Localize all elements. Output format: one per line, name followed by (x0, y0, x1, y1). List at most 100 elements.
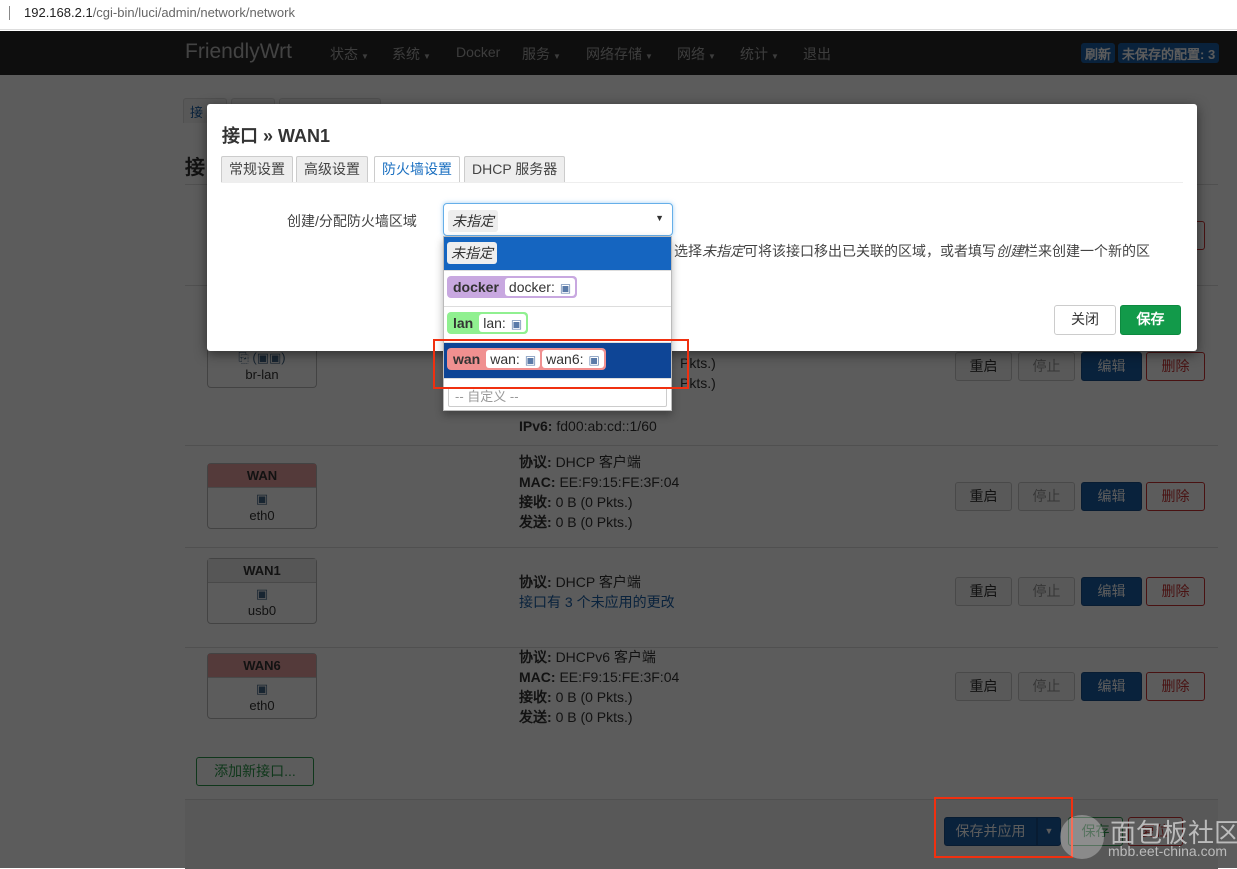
nav-item-label: 状态 (330, 46, 358, 62)
firewall-zone-select[interactable]: 未指定 ▼ (443, 203, 673, 236)
nav-item[interactable]: 网络存储 ▼ (586, 44, 653, 64)
info-value: EE:F9:15:FE:3F:04 (559, 669, 680, 685)
stop-button[interactable]: 停止 (1018, 672, 1075, 701)
chevron-down-icon: ▼ (655, 213, 664, 223)
edit-button[interactable]: 编辑 (1081, 577, 1142, 606)
ethernet-icon: ▣ (255, 491, 269, 506)
info-value: DHCPv6 客户端 (555, 649, 656, 665)
selected-value: 未指定 (448, 210, 498, 232)
chevron-down-icon: ▼ (361, 52, 369, 61)
brand[interactable]: FriendlyWrt (185, 40, 292, 64)
row-divider (185, 647, 1218, 648)
ethernet-icon: ▣ (588, 353, 600, 367)
info-value: DHCP 客户端 (555, 574, 641, 590)
nav-item[interactable]: 统计 ▼ (740, 44, 779, 64)
interface-device: eth0 (249, 508, 275, 523)
nav-item[interactable]: 状态 ▼ (330, 44, 369, 64)
info-value: Pkts.) (680, 355, 716, 371)
edit-button[interactable]: 编辑 (1081, 352, 1142, 381)
ethernet-icon: ▣ (510, 317, 523, 331)
edit-button[interactable]: 编辑 (1081, 482, 1142, 511)
restart-button[interactable]: 重启 (955, 672, 1012, 701)
close-button[interactable]: 关闭 (1054, 305, 1116, 335)
zone-badge: wan wan: ▣ wan6: ▣ (447, 348, 606, 370)
save-button[interactable]: 保存 (1120, 305, 1181, 335)
info-line: Pkts.) (680, 373, 716, 393)
modal-tab[interactable]: 常规设置 (221, 156, 293, 182)
info-value: DHCP 客户端 (555, 454, 641, 470)
info-value: fd00:ab:cd::1/60 (556, 418, 657, 434)
stop-button[interactable]: 停止 (1018, 352, 1075, 381)
interface-card: WAN1 ▣ usb0 (207, 558, 317, 624)
info-line: MAC: EE:F9:15:FE:3F:04 (519, 472, 679, 492)
ethernet-icon: ▣ (559, 281, 572, 295)
nav-item[interactable]: 退出 (803, 44, 831, 64)
nav-item[interactable]: 服务 ▼ (522, 44, 561, 64)
interface-name: WAN (208, 464, 316, 488)
ethernet-icon: ▣ (524, 353, 537, 367)
option-unspecified[interactable]: 未指定 (444, 237, 671, 271)
custom-zone-input[interactable]: -- 自定义 -- (448, 387, 667, 407)
save-apply-button[interactable]: 保存并应用 (944, 817, 1037, 846)
restart-button[interactable]: 重启 (955, 577, 1012, 606)
option-zone-lan[interactable]: lan lan: ▣ (444, 307, 671, 343)
network-name: wan6: (546, 351, 584, 367)
modal-tab[interactable]: 高级设置 (296, 156, 368, 182)
info-value: Pkts.) (680, 375, 716, 391)
stop-button[interactable]: 停止 (1018, 577, 1075, 606)
info-key: 接收: (519, 494, 552, 510)
chevron-down-icon: ▼ (708, 52, 716, 61)
network-name: wan: (490, 351, 520, 367)
pending-changes-text[interactable]: 接口有 3 个未应用的更改 (519, 594, 675, 610)
nav-item-label: 网络 (677, 46, 705, 62)
firewall-zone-label: 创建/分配防火墙区域 (287, 213, 417, 229)
info-line: MAC: EE:F9:15:FE:3F:04 (519, 667, 679, 687)
restart-button[interactable]: 重启 (955, 352, 1012, 381)
nav-item-label: 服务 (522, 46, 550, 62)
modal-tab[interactable]: 防火墙设置 (374, 156, 460, 182)
nav-item[interactable]: 网络 ▼ (677, 44, 716, 64)
navbar: FriendlyWrt 刷新 未保存的配置: 3 状态 ▼ 系统 ▼ Docker 服务 ▼… (0, 31, 1237, 75)
pending-changes-link[interactable]: 接口有 3 个未应用的更改 (519, 592, 675, 612)
delete-button[interactable]: 删除 (1146, 672, 1205, 701)
save-apply-dropdown[interactable]: ▼ (1037, 817, 1061, 846)
info-line: 发送: 0 B (0 Pkts.) (519, 707, 633, 727)
info-key: 发送: (519, 514, 552, 530)
info-value: 0 B (0 Pkts.) (555, 689, 633, 705)
url-host: 192.168.2.1 (24, 5, 93, 20)
modal-dialog: 接口 » WAN1 创建/分配防火墙区域 未指定 ▼ 选择未指定可将该接口移出已关… (207, 104, 1197, 351)
info-value: 0 B (0 Pkts.) (555, 709, 633, 725)
url-path: /cgi-bin/luci/admin/network/network (92, 5, 295, 20)
delete-button[interactable]: 删除 (1146, 577, 1205, 606)
delete-button[interactable]: 删除 (1146, 352, 1205, 381)
edit-button[interactable]: 编辑 (1081, 672, 1142, 701)
info-line: IPv6: fd00:ab:cd::1/60 (519, 416, 657, 436)
address-bar[interactable]: 192.168.2.1/cgi-bin/luci/admin/network/n… (0, 0, 1237, 30)
nav-item[interactable]: 系统 ▼ (392, 44, 431, 64)
delete-button[interactable]: 删除 (1146, 482, 1205, 511)
reset-button[interactable]: 复位 (1128, 817, 1183, 846)
modal-title: 接口 » WAN1 (222, 126, 331, 146)
add-interface-button[interactable]: 添加新接口... (196, 757, 314, 786)
network-badge: docker: ▣ (504, 278, 576, 296)
row-divider (185, 547, 1218, 548)
interface-device: br-lan (245, 367, 279, 382)
info-line: 协议: DHCP 客户端 (519, 572, 641, 592)
interface-card: WAN6 ▣ eth0 (207, 653, 317, 719)
option-zone-docker[interactable]: docker docker: ▣ (444, 271, 671, 307)
info-value: 0 B (0 Pkts.) (555, 514, 633, 530)
restart-button[interactable]: 重启 (955, 482, 1012, 511)
nav-item[interactable]: Docker (456, 44, 500, 60)
save-button[interactable]: 保存 (1068, 817, 1123, 846)
zone-badge: docker docker: ▣ (447, 276, 578, 298)
stop-button[interactable]: 停止 (1018, 482, 1075, 511)
unsaved-changes-button[interactable]: 未保存的配置: 3 (1118, 43, 1220, 63)
chevron-down-icon: ▼ (423, 52, 431, 61)
option-zone-wan[interactable]: wan wan: ▣ wan6: ▣ (444, 343, 671, 379)
info-line: 接收: 0 B (0 Pkts.) (519, 492, 633, 512)
network-badge: wan: ▣ (486, 350, 541, 368)
modal-tab[interactable]: DHCP 服务器 (464, 156, 566, 182)
refresh-button[interactable]: 刷新 (1081, 43, 1116, 63)
zone-name: wan (453, 351, 481, 367)
interface-name: WAN6 (208, 654, 316, 678)
